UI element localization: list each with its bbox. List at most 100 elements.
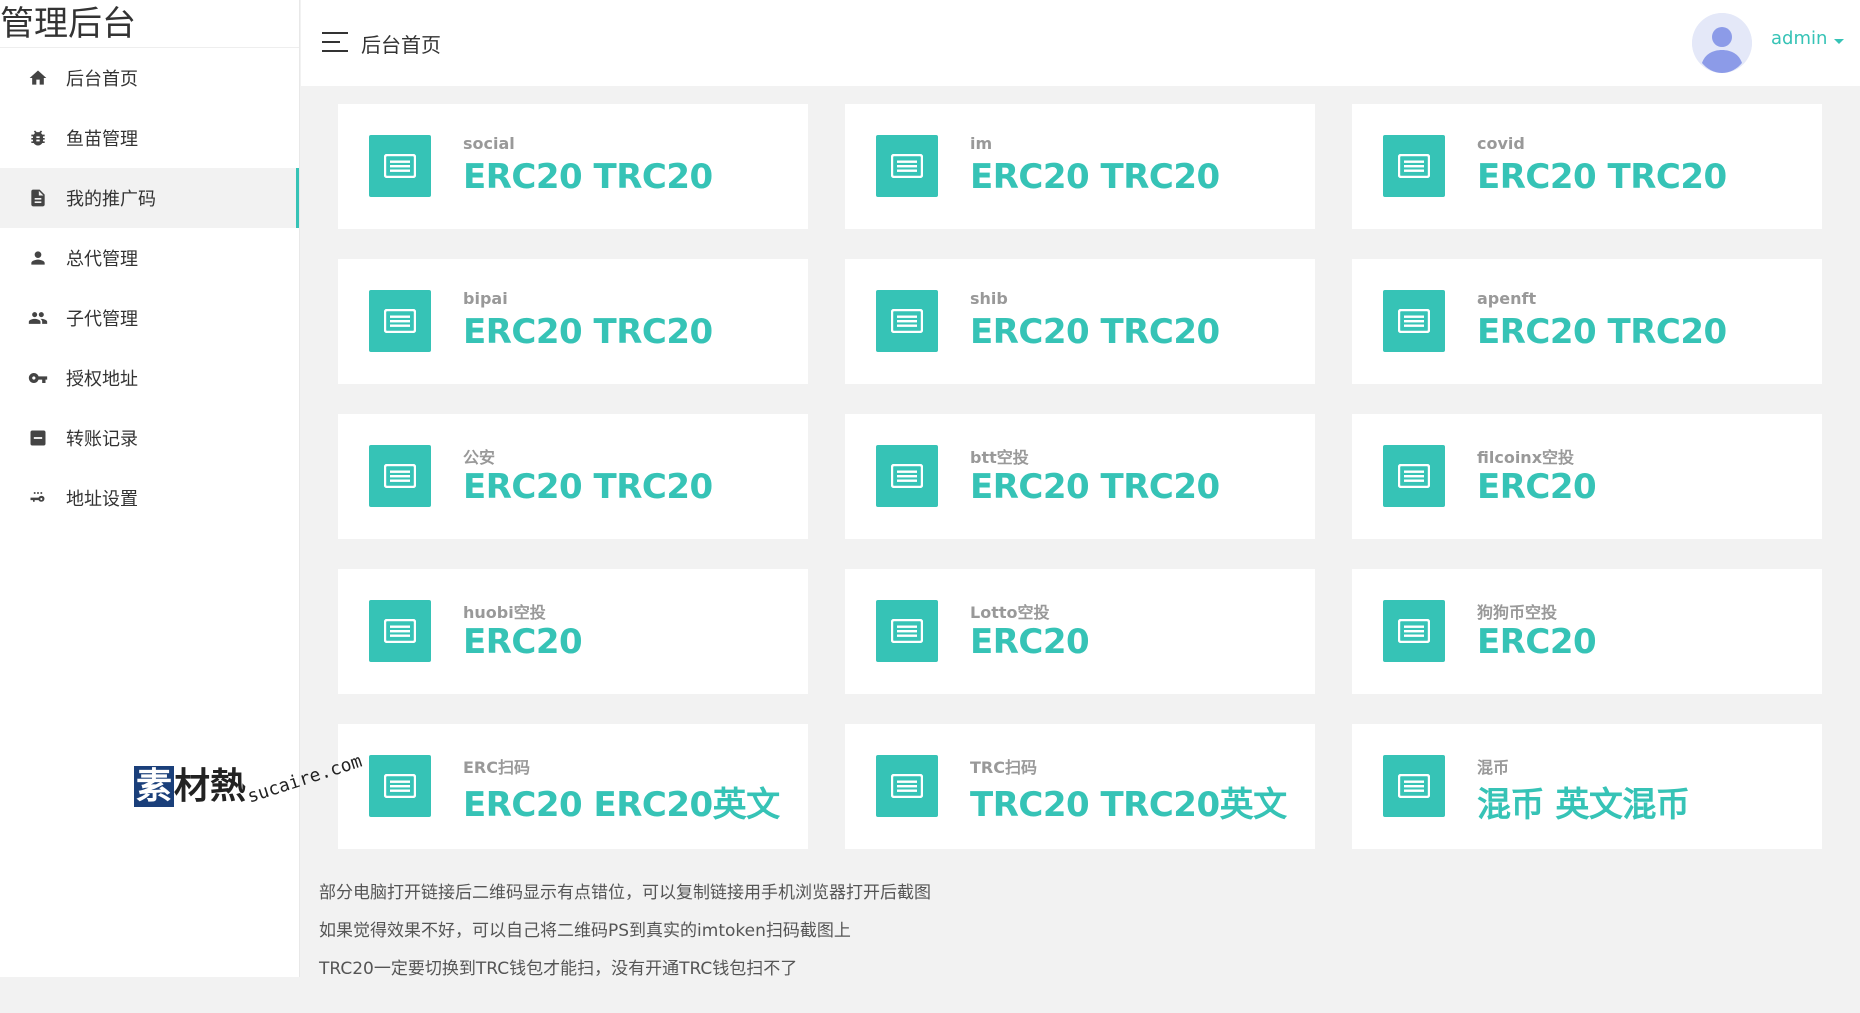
sidebar-item-label: 后台首页	[66, 69, 138, 90]
promo-card[interactable]: apenft ERC20 TRC20	[1352, 259, 1822, 384]
sidebar-item-sub-agent[interactable]: 子代管理	[0, 288, 299, 348]
promo-card[interactable]: huobi空投 ERC20	[338, 569, 808, 694]
note-line: TRC20一定要切换到TRC钱包才能扫，没有开通TRC钱包扫不了	[319, 959, 798, 979]
promo-card[interactable]: 公安 ERC20 TRC20	[338, 414, 808, 539]
watermark-site: sucaire.com	[244, 750, 365, 808]
sidebar-item-auth-address[interactable]: 授权地址	[0, 348, 299, 408]
card-label: shib	[970, 289, 1008, 308]
card-value-link[interactable]: ERC20	[970, 622, 1090, 662]
list-card-icon	[876, 290, 938, 352]
sidebar: 管理后台 后台首页 鱼苗管理 我的推广码 总代管理 子代管理 授权地址 转账记录…	[0, 0, 300, 977]
brand-title: 管理后台	[0, 0, 299, 48]
sidebar-item-label: 地址设置	[66, 489, 138, 510]
list-card-icon	[876, 755, 938, 817]
person-icon	[28, 248, 48, 268]
list-card-icon	[1383, 755, 1445, 817]
note-line: 如果觉得效果不好，可以自己将二维码PS到真实的imtoken扫码截图上	[319, 921, 851, 941]
list-box-icon	[28, 428, 48, 448]
list-card-icon	[876, 445, 938, 507]
card-value-link[interactable]: ERC20	[1477, 622, 1597, 662]
list-card-icon	[369, 290, 431, 352]
card-value-link[interactable]: ERC20 ERC20英文	[463, 777, 780, 826]
promo-card[interactable]: ERC扫码 ERC20 ERC20英文	[338, 724, 808, 849]
caret-down-icon[interactable]	[1834, 39, 1844, 44]
card-value-link[interactable]: ERC20 TRC20	[970, 467, 1220, 507]
sidebar-item-label: 鱼苗管理	[66, 129, 138, 150]
card-label: im	[970, 134, 993, 153]
card-value-link[interactable]: 混币 英文混币	[1477, 777, 1690, 826]
promo-card[interactable]: im ERC20 TRC20	[845, 104, 1315, 229]
promo-card[interactable]: shib ERC20 TRC20	[845, 259, 1315, 384]
sidebar-item-label: 子代管理	[66, 309, 138, 330]
card-label: social	[463, 134, 515, 153]
list-card-icon	[1383, 290, 1445, 352]
card-label: huobi空投	[463, 603, 546, 622]
sidebar-item-transfer-records[interactable]: 转账记录	[0, 408, 299, 468]
note-line: 部分电脑打开链接后二维码显示有点错位，可以复制链接用手机浏览器打开后截图	[319, 883, 931, 903]
card-value-link[interactable]: ERC20 TRC20	[970, 157, 1220, 197]
list-card-icon	[1383, 135, 1445, 197]
promo-card[interactable]: filcoinx空投 ERC20	[1352, 414, 1822, 539]
promo-card[interactable]: Lotto空投 ERC20	[845, 569, 1315, 694]
people-icon	[28, 308, 48, 328]
sidebar-item-address-settings[interactable]: 地址设置	[0, 468, 299, 528]
notes: 部分电脑打开链接后二维码显示有点错位，可以复制链接用手机浏览器打开后截图 如果觉…	[319, 880, 931, 994]
sidebar-item-promo-code[interactable]: 我的推广码	[0, 168, 299, 228]
sidebar-item-fish[interactable]: 鱼苗管理	[0, 108, 299, 168]
card-value-link[interactable]: TRC20 TRC20英文	[970, 777, 1287, 826]
card-label: ERC扫码	[463, 758, 530, 777]
sidebar-item-general-agent[interactable]: 总代管理	[0, 228, 299, 288]
card-label: covid	[1477, 134, 1525, 153]
home-icon	[28, 68, 48, 88]
top-header: 后台首页 admin	[301, 0, 1860, 86]
promo-card[interactable]: covid ERC20 TRC20	[1352, 104, 1822, 229]
list-card-icon	[1383, 445, 1445, 507]
list-card-icon	[369, 445, 431, 507]
promo-card[interactable]: 混币 混币 英文混币	[1352, 724, 1822, 849]
card-value-link[interactable]: ERC20 TRC20	[463, 312, 713, 352]
card-label: 公安	[463, 448, 496, 467]
card-value-link[interactable]: ERC20 TRC20	[970, 312, 1220, 352]
card-label: TRC扫码	[970, 758, 1037, 777]
promo-card[interactable]: btt空投 ERC20 TRC20	[845, 414, 1315, 539]
card-label: 混币	[1477, 758, 1510, 777]
settings-key-icon	[28, 488, 48, 508]
card-label: Lotto空投	[970, 603, 1050, 622]
promo-cards-grid: social ERC20 TRC20 im ERC20 TRC20 covid ERC20…	[338, 104, 1824, 849]
sidebar-item-label: 总代管理	[66, 249, 138, 270]
list-card-icon	[369, 600, 431, 662]
sidebar-item-label: 转账记录	[66, 429, 138, 450]
avatar[interactable]	[1692, 13, 1752, 73]
promo-card[interactable]: bipai ERC20 TRC20	[338, 259, 808, 384]
card-label: btt空投	[970, 448, 1029, 467]
sidebar-item-label: 授权地址	[66, 369, 138, 390]
sidebar-item-label: 我的推广码	[66, 189, 156, 210]
bug-icon	[28, 128, 48, 148]
card-value-link[interactable]: ERC20	[463, 622, 583, 662]
card-value-link[interactable]: ERC20	[1477, 467, 1597, 507]
card-label: 狗狗币空投	[1477, 603, 1558, 622]
watermark-logo: 素材熱 sucaire.com	[134, 751, 394, 827]
key-icon	[28, 368, 48, 388]
card-label: apenft	[1477, 289, 1537, 308]
card-value-link[interactable]: ERC20 TRC20	[463, 157, 713, 197]
user-menu[interactable]: admin	[1771, 28, 1827, 49]
list-card-icon	[876, 135, 938, 197]
list-card-icon	[876, 600, 938, 662]
menu-toggle-icon[interactable]	[322, 32, 348, 52]
list-card-icon	[1383, 600, 1445, 662]
card-value-link[interactable]: ERC20 TRC20	[1477, 312, 1727, 352]
watermark-text: 素材熱	[134, 766, 247, 807]
promo-card[interactable]: social ERC20 TRC20	[338, 104, 808, 229]
card-value-link[interactable]: ERC20 TRC20	[1477, 157, 1727, 197]
promo-card[interactable]: TRC扫码 TRC20 TRC20英文	[845, 724, 1315, 849]
card-label: bipai	[463, 289, 508, 308]
sidebar-menu: 后台首页 鱼苗管理 我的推广码 总代管理 子代管理 授权地址 转账记录 地址设置	[0, 48, 299, 528]
card-value-link[interactable]: ERC20 TRC20	[463, 467, 713, 507]
promo-card[interactable]: 狗狗币空投 ERC20	[1352, 569, 1822, 694]
card-label: filcoinx空投	[1477, 448, 1575, 467]
sidebar-item-home[interactable]: 后台首页	[0, 48, 299, 108]
list-card-icon	[369, 135, 431, 197]
page-title: 后台首页	[361, 33, 441, 57]
document-icon	[28, 188, 48, 208]
